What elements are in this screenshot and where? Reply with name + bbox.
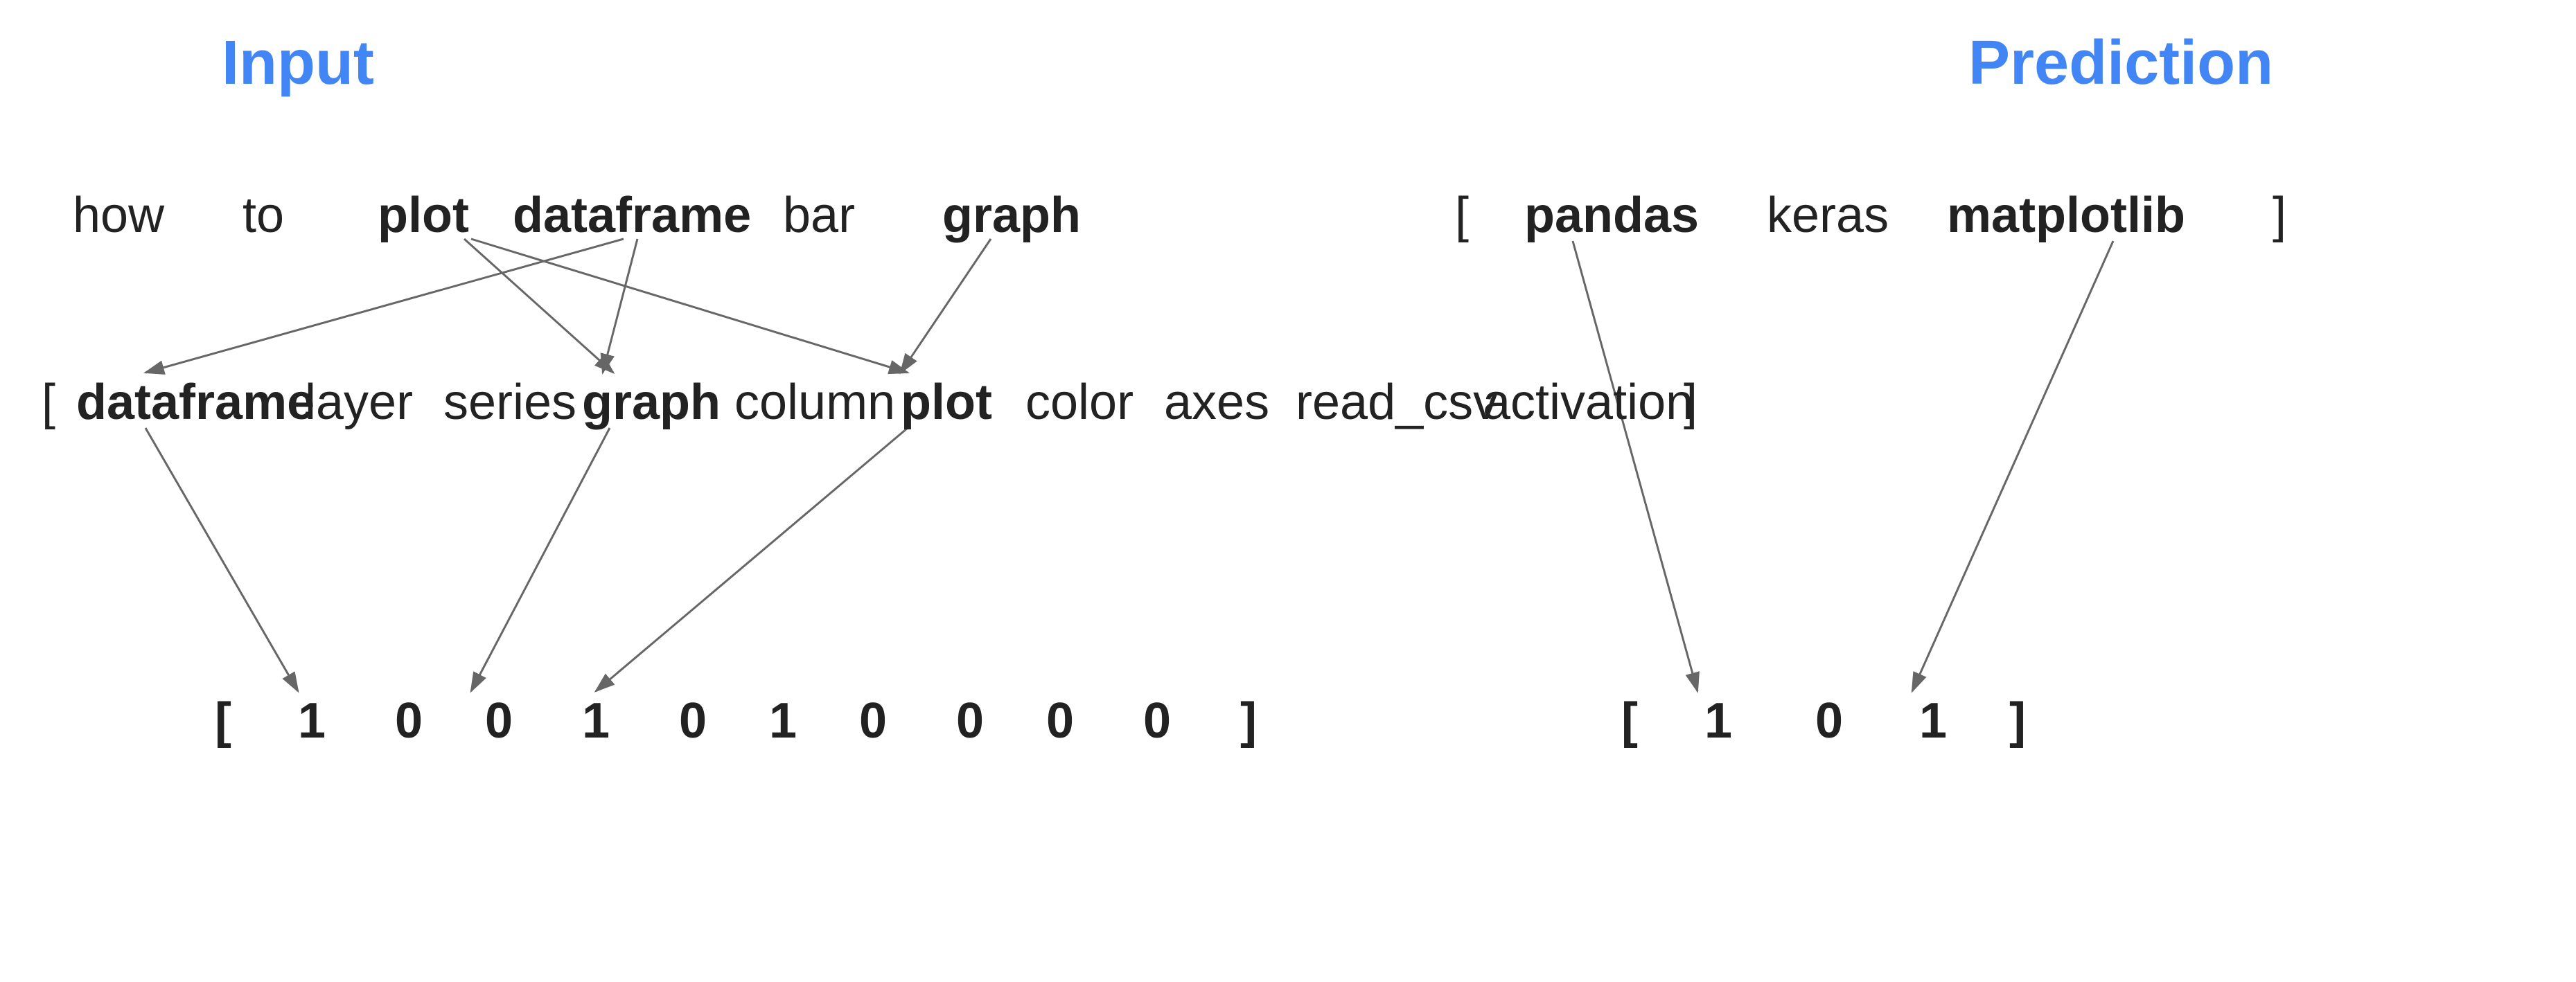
- vocab-color: color: [1025, 374, 1133, 431]
- vocab-layer: layer: [305, 374, 413, 431]
- arrows-svg: [0, 0, 2576, 982]
- pred-out-bracket-close: ]: [2009, 693, 2026, 749]
- prediction-title: Prediction: [1968, 28, 2273, 99]
- pred-keras: keras: [1767, 187, 1889, 244]
- pred-out-1b: 1: [1919, 693, 1947, 749]
- output-0g: 0: [1143, 693, 1171, 749]
- output-bracket-close: ]: [1240, 693, 1257, 749]
- word-plot: plot: [378, 187, 469, 244]
- pred-bracket-open: [: [1455, 187, 1469, 244]
- vocab-graph: graph: [582, 374, 721, 431]
- output-bracket-open: [: [215, 693, 231, 749]
- output-0b: 0: [485, 693, 513, 749]
- vocab-series: series: [443, 374, 576, 431]
- vocab-activation: activation: [1483, 374, 1693, 431]
- vocab-plot: plot: [901, 374, 992, 431]
- input-title: Input: [222, 28, 374, 99]
- output-0a: 0: [395, 693, 423, 749]
- pred-out-1a: 1: [1704, 693, 1732, 749]
- word-to: to: [242, 187, 284, 244]
- pred-bracket-close: ]: [2273, 187, 2286, 244]
- pred-matplotlib: matplotlib: [1947, 187, 2185, 244]
- output-0c: 0: [679, 693, 707, 749]
- pred-pandas: pandas: [1524, 187, 1699, 244]
- vocab-dataframe: dataframe: [76, 374, 315, 431]
- word-bar: bar: [783, 187, 855, 244]
- word-dataframe: dataframe: [513, 187, 751, 244]
- vocab-column: column: [734, 374, 895, 431]
- output-0e: 0: [956, 693, 984, 749]
- pred-out-0: 0: [1815, 693, 1843, 749]
- pred-out-bracket-open: [: [1621, 693, 1638, 749]
- output-1a: 1: [298, 693, 326, 749]
- output-0f: 0: [1046, 693, 1074, 749]
- vocab-read-csv: read_csv: [1296, 374, 1498, 431]
- word-how: how: [73, 187, 164, 244]
- word-graph: graph: [942, 187, 1081, 244]
- vocab-axes: axes: [1164, 374, 1269, 431]
- output-1b: 1: [582, 693, 610, 749]
- vocab-bracket-open: [: [42, 374, 55, 431]
- output-0d: 0: [859, 693, 887, 749]
- vocab-bracket-close: ]: [1684, 374, 1697, 431]
- output-1c: 1: [769, 693, 797, 749]
